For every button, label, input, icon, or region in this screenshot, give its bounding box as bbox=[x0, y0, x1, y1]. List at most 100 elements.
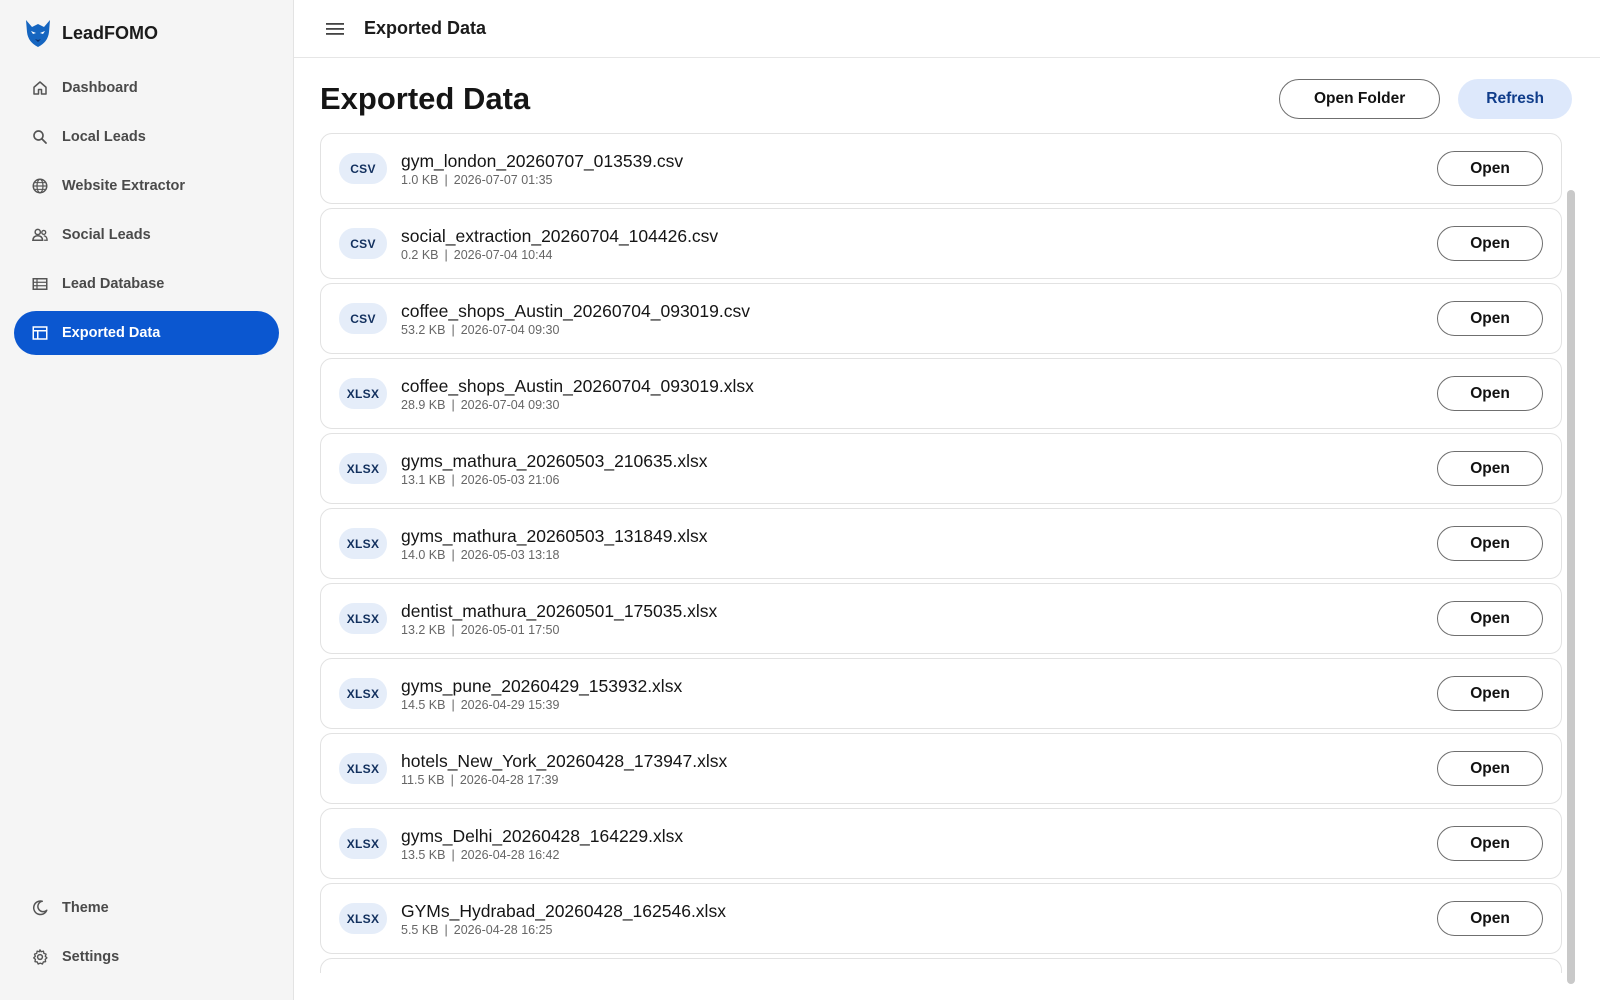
file-name: coffee_shops_Austin_20260704_093019.csv bbox=[401, 301, 750, 321]
list-scrollbar[interactable] bbox=[1567, 190, 1575, 984]
file-info: gym_london_20260707_013539.csv 1.0 KB | 202… bbox=[401, 150, 1437, 187]
file-row[interactable]: XLSXGYMs_Hydrabad_20260428_162535.xlsxOp… bbox=[320, 958, 1562, 973]
file-row[interactable]: CSV social_extraction_20260704_104426.csv… bbox=[320, 208, 1562, 279]
file-name: gym_london_20260707_013539.csv bbox=[401, 151, 684, 171]
open-file-button[interactable]: Open bbox=[1437, 526, 1543, 561]
file-name: dentist_mathura_20260501_175035.xlsx bbox=[401, 601, 718, 621]
file-type-badge: XLSX bbox=[339, 603, 387, 634]
file-size: 13.1 KB bbox=[401, 473, 446, 487]
meta-separator: | bbox=[451, 473, 455, 487]
sidebar-item-label: Website Extractor bbox=[62, 178, 186, 194]
sidebar-nav: Dashboard Local Leads Website Extractor Soc… bbox=[0, 66, 293, 355]
file-type-badge: CSV bbox=[339, 228, 387, 259]
brand[interactable]: LeadFOMO bbox=[0, 0, 293, 66]
file-name: coffee_shops_Austin_20260704_093019.xlsx bbox=[401, 376, 754, 396]
people-icon bbox=[30, 225, 50, 245]
file-date: 2026-07-07 01:35 bbox=[453, 173, 553, 187]
file-info: gyms_mathura_20260503_131849.xlsx 14.0 KB… bbox=[401, 525, 1437, 562]
open-file-button[interactable]: Open bbox=[1437, 901, 1543, 936]
file-meta: 11.5 KB | 2026-04-28 17:39 bbox=[401, 773, 1437, 787]
file-date: 2026-04-29 15:39 bbox=[460, 698, 560, 712]
file-row[interactable]: XLSX gyms_Delhi_20260428_164229.xlsx 13.5 … bbox=[320, 808, 1562, 879]
open-file-button[interactable]: Open bbox=[1437, 226, 1543, 261]
meta-separator: | bbox=[451, 548, 455, 562]
open-folder-button[interactable]: Open Folder bbox=[1278, 79, 1441, 119]
open-file-button[interactable]: Open bbox=[1437, 676, 1543, 711]
file-date: 2026-04-28 16:42 bbox=[460, 848, 560, 862]
home-icon bbox=[30, 78, 50, 98]
sidebar-item-label: Theme bbox=[62, 900, 109, 916]
file-name: gyms_mathura_20260503_131849.xlsx bbox=[401, 526, 708, 546]
sidebar-item-exported-data[interactable]: Exported Data bbox=[14, 311, 279, 355]
file-row[interactable]: XLSX gyms_mathura_20260503_210635.xlsx 13.… bbox=[320, 433, 1562, 504]
open-file-button[interactable]: Open bbox=[1437, 451, 1543, 486]
search-icon bbox=[30, 127, 50, 147]
sidebar-item-label: Dashboard bbox=[62, 80, 138, 96]
hamburger-menu-icon[interactable] bbox=[326, 19, 346, 39]
open-file-button[interactable]: Open bbox=[1437, 601, 1543, 636]
file-date: 2026-05-03 13:18 bbox=[460, 548, 560, 562]
sidebar-item-website-extractor[interactable]: Website Extractor bbox=[14, 164, 279, 208]
open-file-button[interactable]: Open bbox=[1437, 826, 1543, 861]
file-row[interactable]: CSV gym_london_20260707_013539.csv 1.0 KB |… bbox=[320, 133, 1562, 204]
file-size: 53.2 KB bbox=[401, 323, 446, 337]
sidebar-item-lead-database[interactable]: Lead Database bbox=[14, 262, 279, 306]
file-name: gyms_Delhi_20260428_164229.xlsx bbox=[401, 826, 684, 846]
meta-separator: | bbox=[451, 698, 455, 712]
main-area: Exported Data Exported Data Open Folder … bbox=[294, 0, 1600, 1000]
sidebar-item-label: Lead Database bbox=[62, 276, 165, 292]
file-row[interactable]: XLSX GYMs_Hydrabad_20260428_162546.xlsx 5.… bbox=[320, 883, 1562, 954]
file-type-badge: CSV bbox=[339, 303, 387, 334]
open-file-button[interactable]: Open bbox=[1437, 751, 1543, 786]
file-row[interactable]: XLSX gyms_pune_20260429_153932.xlsx 14.5 K… bbox=[320, 658, 1562, 729]
file-meta: 14.0 KB | 2026-05-03 13:18 bbox=[401, 548, 1437, 562]
globe-icon bbox=[30, 176, 50, 196]
file-size: 1.0 KB bbox=[401, 173, 439, 187]
file-row[interactable]: XLSX hotels_New_York_20260428_173947.xlsx… bbox=[320, 733, 1562, 804]
file-size: 13.2 KB bbox=[401, 623, 446, 637]
content: Exported Data Open Folder Refresh CSV gym… bbox=[294, 58, 1600, 1000]
file-row[interactable]: XLSX coffee_shops_Austin_20260704_093019.… bbox=[320, 358, 1562, 429]
sidebar-item-social-leads[interactable]: Social Leads bbox=[14, 213, 279, 257]
file-size: 13.5 KB bbox=[401, 848, 446, 862]
file-info: coffee_shops_Austin_20260704_093019.xlsx… bbox=[401, 375, 1437, 412]
sidebar-item-local-leads[interactable]: Local Leads bbox=[14, 115, 279, 159]
file-date: 2026-05-01 17:50 bbox=[460, 623, 560, 637]
refresh-button[interactable]: Refresh bbox=[1458, 79, 1572, 119]
open-file-button[interactable]: Open bbox=[1437, 151, 1543, 186]
open-file-button[interactable]: Open bbox=[1437, 376, 1543, 411]
app-window: LeadFOMO Dashboard Local Leads Website Ext… bbox=[0, 0, 1600, 1000]
list-icon bbox=[30, 274, 50, 294]
file-meta: 28.9 KB | 2026-07-04 09:30 bbox=[401, 398, 1437, 412]
file-row[interactable]: XLSX dentist_mathura_20260501_175035.xlsx… bbox=[320, 583, 1562, 654]
file-type-badge: XLSX bbox=[339, 828, 387, 859]
file-name: gyms_mathura_20260503_210635.xlsx bbox=[401, 451, 708, 471]
sidebar-item-settings[interactable]: Settings bbox=[14, 935, 279, 979]
file-row[interactable]: XLSX gyms_mathura_20260503_131849.xlsx 14.… bbox=[320, 508, 1562, 579]
file-info: dentist_mathura_20260501_175035.xlsx 13.2… bbox=[401, 600, 1437, 637]
meta-separator: | bbox=[444, 923, 448, 937]
page-header: Exported Data Open Folder Refresh bbox=[320, 74, 1572, 124]
file-meta: 14.5 KB | 2026-04-29 15:39 bbox=[401, 698, 1437, 712]
wolf-logo-icon bbox=[24, 18, 52, 48]
meta-separator: | bbox=[444, 173, 448, 187]
exported-files-list[interactable]: CSV gym_london_20260707_013539.csv 1.0 KB |… bbox=[320, 133, 1562, 973]
file-meta: 13.5 KB | 2026-04-28 16:42 bbox=[401, 848, 1437, 862]
file-date: 2026-04-28 17:39 bbox=[459, 773, 559, 787]
sidebar-item-dashboard[interactable]: Dashboard bbox=[14, 66, 279, 110]
file-size: 14.0 KB bbox=[401, 548, 446, 562]
meta-separator: | bbox=[450, 773, 454, 787]
file-row[interactable]: CSV coffee_shops_Austin_20260704_093019.c… bbox=[320, 283, 1562, 354]
file-info: gyms_Delhi_20260428_164229.xlsx 13.5 KB | 2… bbox=[401, 825, 1437, 862]
file-info: hotels_New_York_20260428_173947.xlsx 11.5… bbox=[401, 750, 1437, 787]
sidebar-item-theme[interactable]: Theme bbox=[14, 886, 279, 930]
gear-icon bbox=[30, 947, 50, 967]
file-type-badge: XLSX bbox=[339, 753, 387, 784]
file-type-badge: XLSX bbox=[339, 528, 387, 559]
open-file-button[interactable]: Open bbox=[1437, 301, 1543, 336]
file-date: 2026-04-28 16:25 bbox=[453, 923, 553, 937]
meta-separator: | bbox=[444, 248, 448, 262]
file-info: gyms_pune_20260429_153932.xlsx 14.5 KB | 20… bbox=[401, 675, 1437, 712]
sidebar-item-label: Exported Data bbox=[62, 325, 161, 341]
topbar-title: Exported Data bbox=[364, 18, 487, 38]
